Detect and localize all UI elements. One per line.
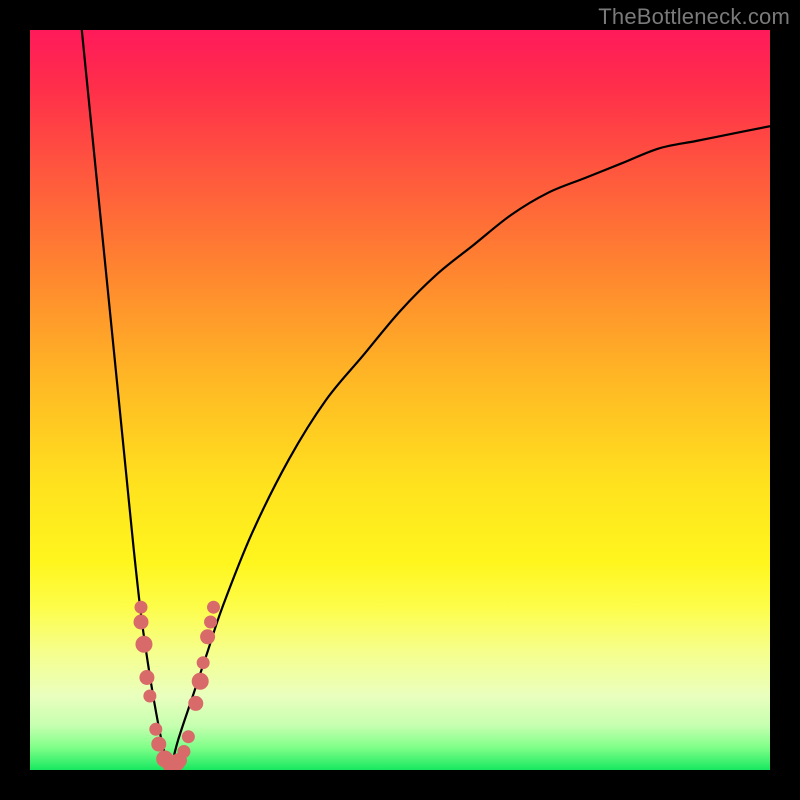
chart-svg [30,30,770,770]
scatter-dot [134,615,148,629]
curve-left-branch [82,30,171,770]
chart-frame: TheBottleneck.com [0,0,800,800]
scatter-dot [201,630,215,644]
scatter-dot [136,636,152,652]
scatter-dot [205,616,217,628]
scatter-dot [152,737,166,751]
scatter-dot [178,746,190,758]
scatter-dot [192,673,208,689]
scatter-dot [197,657,209,669]
scatter-dot [140,671,154,685]
curve-right-branch [171,126,770,770]
plot-area [30,30,770,770]
curve-group [82,30,770,770]
scatter-dot [189,696,203,710]
scatter-dot [144,690,156,702]
scatter-dot [182,731,194,743]
scatter-dot [135,601,147,613]
scatter-dot [150,723,162,735]
watermark-text: TheBottleneck.com [598,4,790,30]
scatter-dot [208,601,220,613]
